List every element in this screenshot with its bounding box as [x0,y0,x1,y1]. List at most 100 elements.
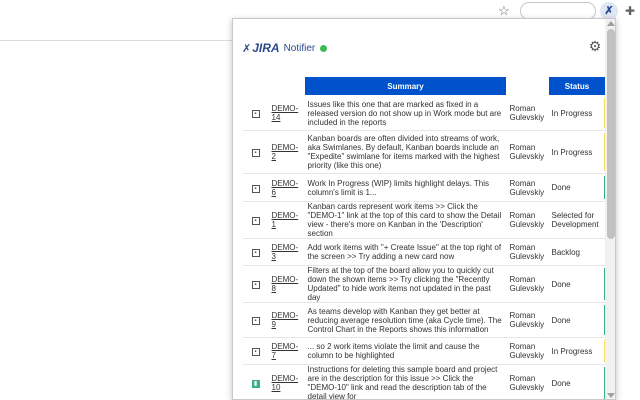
issue-key-link[interactable]: DEMO-3 [272,243,299,261]
task-type-icon: ▪ [252,185,260,193]
cell-assignee: Roman Gulevskiy [507,266,549,303]
table-row[interactable]: ▪ DEMO-7 ... so 2 work items violate the l… [243,338,606,365]
logo-text: JIRA [252,41,279,55]
cell-type: ▮ [243,365,269,400]
star-icon[interactable]: ☆ [496,3,512,19]
cell-summary: Work In Progress (WIP) limits highlight … [305,174,507,202]
header-type[interactable]: Type [243,77,269,96]
cell-status: Done [549,174,606,202]
cell-key: DEMO-10 [269,365,305,400]
status-label: In Progress [552,109,593,118]
cell-status: In Progress [549,131,606,174]
issue-key-link[interactable]: DEMO-8 [272,275,299,293]
header-assignee[interactable]: Assignee [507,77,549,96]
story-type-icon: ▮ [252,380,260,388]
table-row[interactable]: ▪ DEMO-2 Kanban boards are often divided i… [243,131,606,174]
issue-key-link[interactable]: DEMO-10 [272,374,299,392]
task-type-icon: ▪ [252,110,260,118]
task-type-icon: ▪ [252,317,260,325]
table-header-row: Type Key Summary Assignee Status [243,77,606,96]
cell-status: In Progress [549,96,606,131]
task-type-icon: ▪ [252,149,260,157]
cell-assignee: Roman Gulevskiy [507,131,549,174]
cell-summary: Kanban cards represent work items >> Cli… [305,202,507,239]
status-label: Done [552,183,571,192]
cell-summary: ... so 2 work items violate the limit an… [305,338,507,365]
scroll-up-icon[interactable] [607,21,615,26]
cell-type: ▪ [243,338,269,365]
table-row[interactable]: ▪DEMO-9As teams develop with Kanban they… [243,303,606,338]
puzzle-icon[interactable]: ✚ [622,3,638,19]
cell-type: ▪ [243,266,269,303]
cell-type: ▪ [243,303,269,338]
status-label: Backlog [552,248,580,257]
task-type-icon: ▪ [252,348,260,356]
header-status[interactable]: Status [549,77,606,96]
status-label: Done [552,280,571,289]
table-row[interactable]: ▮ DEMO-10 Instructions for deleting this s… [243,365,606,400]
cell-summary: Filters at the top of the board allow yo… [305,266,507,303]
scrollbar-thumb[interactable] [607,29,615,239]
cell-assignee: Roman Gulevskiy [507,338,549,365]
cell-key: DEMO-2 [269,131,305,174]
logo-subtitle: Notifier [284,43,316,54]
cell-type: ▪ [243,131,269,174]
issue-key-link[interactable]: DEMO-9 [272,311,299,329]
connection-status-dot [320,45,327,52]
gear-icon[interactable]: ⚙ [588,39,602,53]
cell-key: DEMO-14 [269,96,305,131]
cell-status: Backlog [549,239,606,266]
cell-key: DEMO-1 [269,202,305,239]
issue-key-link[interactable]: DEMO-1 [272,211,299,229]
cell-type: ▪ [243,202,269,239]
issue-key-link[interactable]: DEMO-7 [272,342,299,360]
cell-type: ▪ [243,239,269,266]
task-type-icon: ▪ [252,217,260,225]
cell-assignee: Roman Gulevskiy [507,239,549,266]
status-label: Selected for Development [552,211,599,229]
table-row[interactable]: ▪ DEMO-6 Work In Progress (WIP) limits hig… [243,174,606,202]
status-label: Done [552,316,571,325]
status-label: Done [552,379,571,388]
task-type-icon: ▪ [252,249,260,257]
scroll-down-icon[interactable] [607,393,615,398]
issue-key-link[interactable]: DEMO-14 [272,104,299,122]
header-key[interactable]: Key [269,77,305,96]
cell-key: DEMO-3 [269,239,305,266]
cell-summary: Kanban boards are often divided into str… [305,131,507,174]
status-label: In Progress [552,148,593,157]
cell-summary: Issues like this one that are marked as … [305,96,507,131]
cell-assignee: Roman Gulevskiy [507,303,549,338]
cell-status: Selected for Development [549,202,606,239]
cell-status: Done [549,365,606,400]
cell-assignee: Roman Gulevskiy [507,365,549,400]
table-row[interactable]: ▪ DEMO-14 Issues like this one that are ma… [243,96,606,131]
cell-status: In Progress [549,338,606,365]
cell-assignee: Roman Gulevskiy [507,96,549,131]
cell-status: Done [549,266,606,303]
task-type-icon: ▪ [252,281,260,289]
header-summary[interactable]: Summary [305,77,507,96]
cell-assignee: Roman Gulevskiy [507,202,549,239]
issue-key-link[interactable]: DEMO-6 [272,179,299,197]
toolbar-divider [0,40,232,41]
cell-type: ▪ [243,96,269,131]
popup-header: ✗ JIRA Notifier ⚙ [233,19,616,75]
cell-type: ▪ [243,174,269,202]
cell-status: Done [549,303,606,338]
cell-summary: Instructions for deleting this sample bo… [305,365,507,400]
cell-key: DEMO-6 [269,174,305,202]
cell-key: DEMO-9 [269,303,305,338]
table-row[interactable]: ▪ DEMO-8 Filters at the top of the board a… [243,266,606,303]
cell-key: DEMO-7 [269,338,305,365]
table-row[interactable]: ▪ DEMO-1 Kanban cards represent work items… [243,202,606,239]
cell-key: DEMO-8 [269,266,305,303]
status-label: In Progress [552,347,593,356]
jira-logo-icon: ✗ [242,42,251,55]
jira-notifier-popup: ✗ JIRA Notifier ⚙ Type Key Summary Assig… [232,18,616,400]
cell-assignee: Roman Gulevskiy [507,174,549,202]
table-row[interactable]: ▪DEMO-3Add work items with "+ Create Iss… [243,239,606,266]
issues-table: Type Key Summary Assignee Status ▪ DEMO-1… [242,76,606,400]
issues-table-body: ▪ DEMO-14 Issues like this one that are ma… [243,96,606,400]
issue-key-link[interactable]: DEMO-2 [272,143,299,161]
